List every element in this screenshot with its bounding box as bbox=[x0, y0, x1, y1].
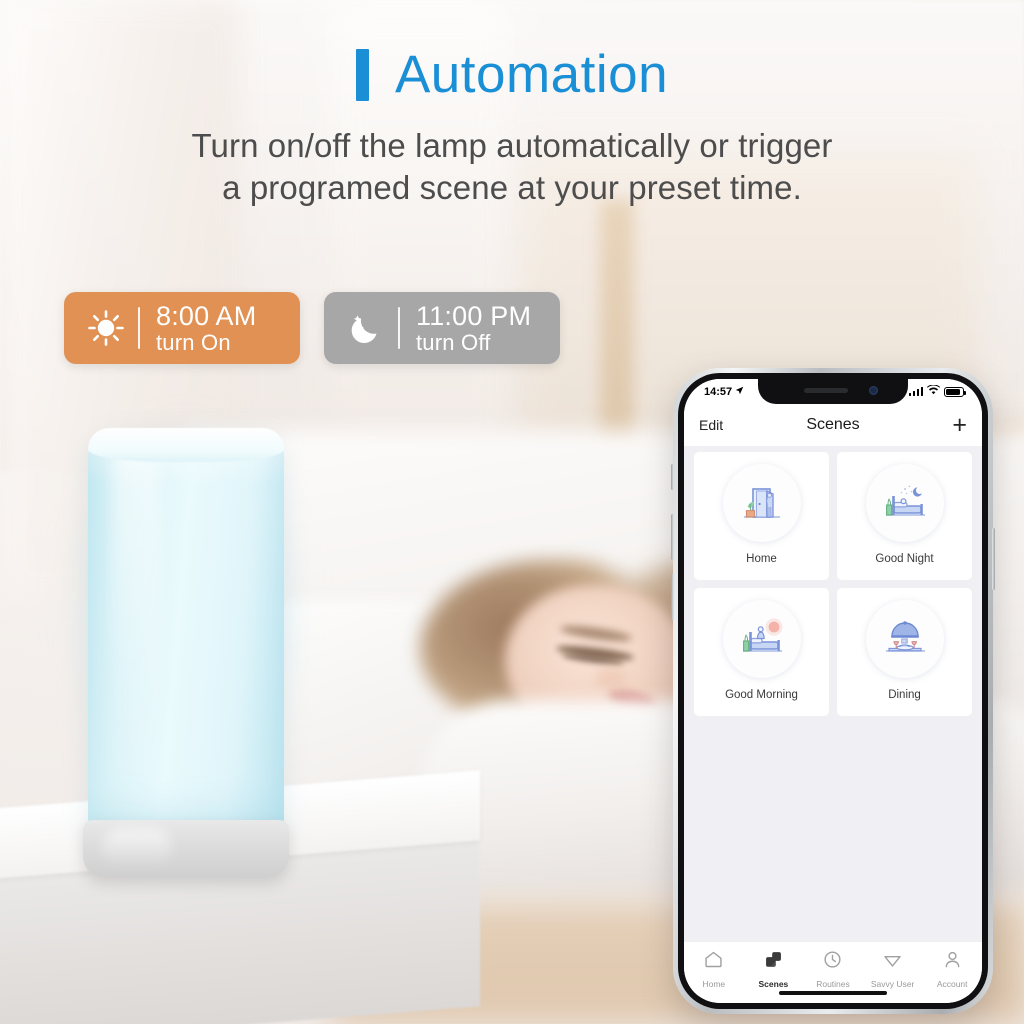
header-block: Automation Turn on/off the lamp automati… bbox=[0, 48, 1024, 209]
scene-grid: Home Good Night Good Morning Dining bbox=[694, 452, 972, 716]
status-bar-left: 14:57 bbox=[700, 386, 744, 398]
nav-bar: Edit Scenes + bbox=[684, 404, 982, 446]
schedule-badge-turn-on[interactable]: 8:00 AM turn On bbox=[64, 292, 300, 364]
status-bar-right bbox=[908, 384, 967, 398]
clock-icon bbox=[822, 949, 843, 975]
tab-account[interactable]: Account bbox=[923, 949, 981, 989]
scene-card-home[interactable]: Home bbox=[694, 452, 829, 580]
person-icon bbox=[942, 949, 963, 975]
location-arrow-icon bbox=[735, 386, 744, 398]
cellular-bars-icon bbox=[908, 387, 923, 396]
schedule-time-off: 11:00 PM bbox=[416, 300, 532, 331]
moon-stars-icon bbox=[340, 309, 392, 347]
open-door-icon bbox=[722, 464, 801, 542]
status-bar-time: 14:57 bbox=[704, 385, 733, 398]
page-title-row: Automation bbox=[0, 48, 1024, 101]
tab-scenes[interactable]: Scenes bbox=[744, 949, 802, 989]
wifi-icon bbox=[927, 384, 940, 398]
page-title: Automation bbox=[394, 45, 669, 104]
badge-divider bbox=[138, 307, 140, 349]
phone-notch bbox=[758, 379, 908, 404]
tab-label: Account bbox=[936, 979, 968, 989]
phone-power-button[interactable] bbox=[992, 528, 995, 590]
nav-title: Scenes bbox=[806, 416, 860, 433]
sun-icon bbox=[80, 309, 132, 347]
lamp-top-rim bbox=[88, 428, 284, 462]
scene-card-good-night[interactable]: Good Night bbox=[837, 452, 972, 580]
schedule-badge-row: 8:00 AM turn On 11:00 PM turn Off bbox=[64, 292, 560, 364]
cloche-table-icon bbox=[865, 600, 944, 678]
diamond-icon bbox=[882, 949, 903, 975]
tab-label: Scenes bbox=[758, 979, 789, 989]
tab-home[interactable]: Home bbox=[685, 949, 743, 989]
layers-icon bbox=[763, 949, 784, 975]
phone-mockup: 14:57 Edit Scenes + Home Good Night Good… bbox=[671, 368, 995, 1014]
scene-label: Home bbox=[746, 553, 777, 565]
badge-text-group: 11:00 PM turn Off bbox=[416, 301, 531, 356]
bed-sun-icon bbox=[722, 600, 801, 678]
phone-screen: 14:57 Edit Scenes + Home Good Night Good… bbox=[684, 379, 982, 1003]
tab-label: Routines bbox=[816, 979, 850, 989]
page-subtitle-line2: a programed scene at your preset time. bbox=[222, 169, 802, 207]
scene-card-good-morning[interactable]: Good Morning bbox=[694, 588, 829, 716]
page-subtitle: Turn on/off the lamp automatically or tr… bbox=[0, 125, 1024, 209]
schedule-action-off: turn Off bbox=[416, 329, 491, 355]
battery-icon bbox=[944, 386, 967, 397]
add-scene-button[interactable]: + bbox=[952, 412, 967, 438]
scene-card-dining[interactable]: Dining bbox=[837, 588, 972, 716]
phone-volume-up-button[interactable] bbox=[671, 514, 674, 560]
phone-volume-down-button[interactable] bbox=[671, 574, 674, 620]
tab-label: Home bbox=[702, 979, 726, 989]
lamp-base-highlight bbox=[102, 828, 172, 868]
bed-moon-icon bbox=[865, 464, 944, 542]
lamp-highlight bbox=[112, 442, 160, 802]
vertical-bar-icon bbox=[355, 48, 369, 101]
tab-label: Savvy User bbox=[870, 979, 915, 989]
earpiece-speaker-icon bbox=[804, 388, 848, 393]
tab-savvy-user[interactable]: Savvy User bbox=[864, 949, 922, 989]
schedule-time-on: 8:00 AM bbox=[156, 300, 257, 331]
smart-table-lamp bbox=[33, 393, 338, 878]
scene-list: Home Good Night Good Morning Dining bbox=[684, 446, 982, 716]
badge-text-group: 8:00 AM turn On bbox=[156, 301, 256, 356]
house-icon bbox=[703, 949, 724, 975]
scene-label: Good Night bbox=[875, 553, 934, 565]
schedule-badge-turn-off[interactable]: 11:00 PM turn Off bbox=[324, 292, 560, 364]
home-indicator[interactable] bbox=[779, 990, 887, 995]
front-camera-icon bbox=[869, 386, 878, 395]
badge-divider bbox=[398, 307, 400, 349]
tab-routines[interactable]: Routines bbox=[804, 949, 862, 989]
schedule-action-on: turn On bbox=[156, 329, 231, 355]
sleeping-woman-nose bbox=[596, 668, 626, 690]
page-subtitle-line1: Turn on/off the lamp automatically or tr… bbox=[191, 127, 833, 164]
scene-label: Dining bbox=[888, 689, 921, 701]
scene-label: Good Morning bbox=[725, 689, 798, 701]
phone-silent-switch[interactable] bbox=[671, 464, 674, 490]
